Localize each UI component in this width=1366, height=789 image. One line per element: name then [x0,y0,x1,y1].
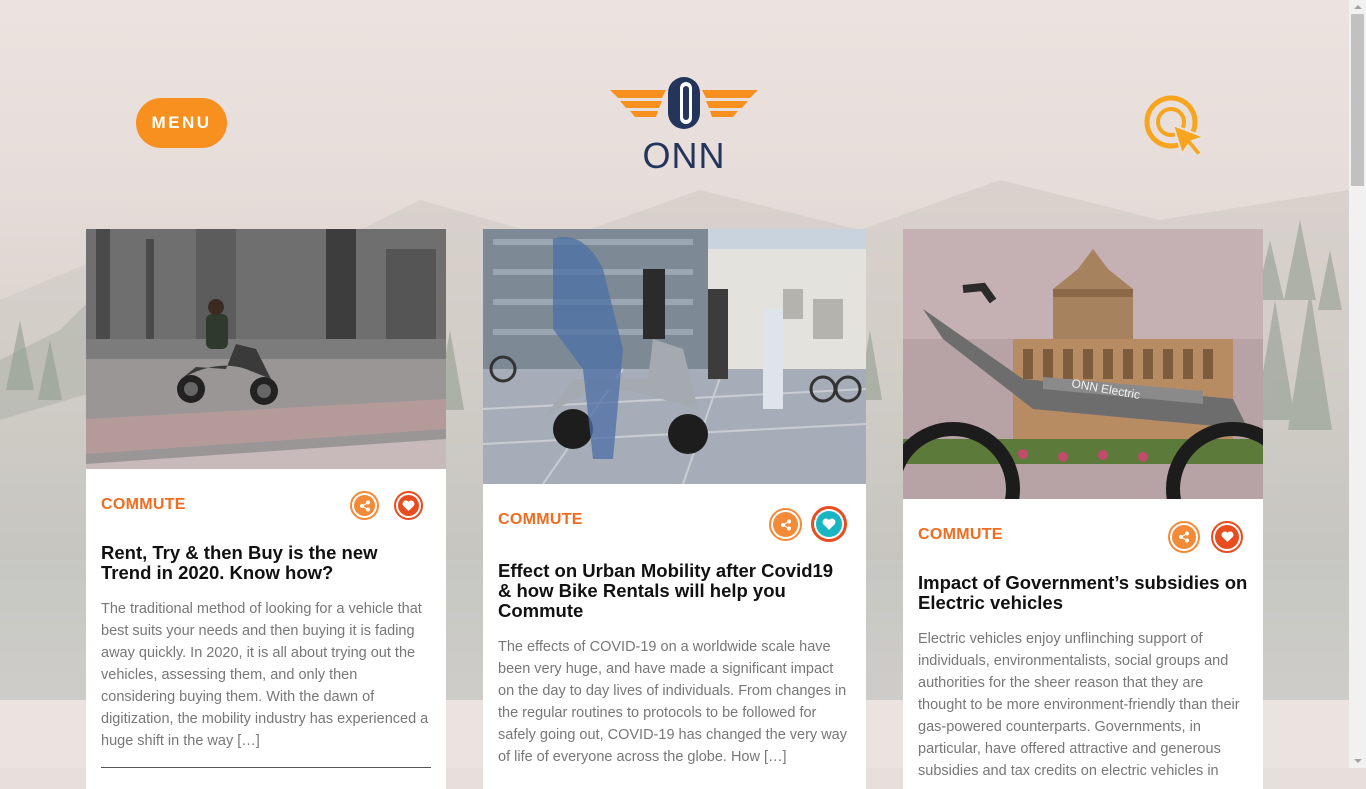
post-card[interactable]: COMMUTE Rent, Try & then Buy is the new … [86,229,446,789]
heart-icon [822,518,836,530]
share-button[interactable] [769,508,802,541]
post-card[interactable]: ONN Electric COMMUTE Impact of Governmen… [903,229,1263,789]
share-icon [359,500,370,511]
post-category[interactable]: COMMUTE [101,496,186,514]
post-image[interactable] [86,229,446,469]
menu-button[interactable]: MENU [136,98,227,148]
like-button[interactable] [394,491,423,520]
heart-icon [402,499,415,511]
post-card[interactable]: COMMUTE Effect on Urban Mobility after C… [483,229,866,789]
scroll-down-arrow[interactable] [1349,754,1366,768]
onn-logo[interactable]: ONN [608,74,760,176]
search-pointer-icon[interactable] [1140,92,1210,158]
onn-wings-icon [610,77,758,129]
post-title[interactable]: Effect on Urban Mobility after Covid19 &… [498,561,851,621]
post-image[interactable] [483,229,866,484]
share-icon [1179,531,1189,543]
post-category[interactable]: COMMUTE [498,511,583,529]
post-excerpt: The traditional method of looking for a … [101,601,429,749]
share-button[interactable] [1168,521,1200,553]
post-excerpt: The effects of COVID-19 on a worldwide s… [498,639,847,765]
scrollbar-thumb[interactable] [1351,14,1364,186]
like-button[interactable] [1211,521,1243,553]
post-title[interactable]: Rent, Try & then Buy is the new Trend in… [101,543,431,583]
post-category[interactable]: COMMUTE [918,526,1003,544]
share-icon [780,519,791,530]
scroll-up-arrow[interactable] [1349,0,1366,14]
post-title[interactable]: Impact of Government’s subsidies on Elec… [918,573,1248,613]
like-button[interactable] [811,506,847,542]
post-excerpt: Electric vehicles enjoy unflinching supp… [918,631,1240,779]
logo-text: ONN [642,135,726,176]
post-image[interactable]: ONN Electric [903,229,1263,499]
share-button[interactable] [350,491,379,520]
heart-icon [1221,531,1233,542]
